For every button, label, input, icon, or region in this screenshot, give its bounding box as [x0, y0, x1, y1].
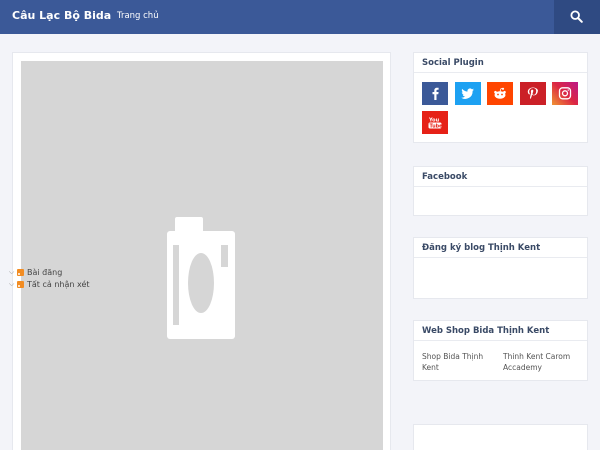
instagram-button[interactable] — [552, 82, 578, 105]
youtube-button[interactable]: You Tube — [422, 111, 448, 134]
subscribe-widget: Đăng ký blog Thịnh Kent — [413, 237, 588, 299]
subscribe-item-label: Tất cả nhận xét — [27, 280, 90, 289]
subscribe-comments-link[interactable]: ⌵ Tất cả nhận xét — [9, 279, 90, 290]
chevron-down-icon: ⌵ — [9, 268, 15, 276]
subscribe-item-label: Bài đăng — [27, 268, 63, 277]
top-navbar: Câu Lạc Bộ Bida Trang chủ — [0, 0, 600, 34]
pinterest-icon — [527, 87, 538, 100]
shop-link[interactable]: Thinh Kent Carom Accademy — [503, 351, 575, 373]
facebook-button[interactable] — [422, 82, 448, 105]
rss-icon — [17, 269, 24, 276]
facebook-widget: Facebook — [413, 166, 588, 216]
shop-link[interactable]: Shop Bida Thịnh Kent — [422, 351, 490, 373]
twitter-button[interactable] — [455, 82, 481, 105]
youtube-icon: You Tube — [428, 118, 443, 130]
widget-title: Social Plugin — [414, 53, 587, 73]
search-icon — [570, 10, 583, 23]
widget-title: Web Shop Bida Thịnh Kent — [414, 321, 587, 341]
instagram-icon — [558, 87, 572, 100]
widget-title: Facebook — [414, 167, 587, 187]
svg-text:Tube: Tube — [430, 123, 443, 129]
pinterest-button[interactable] — [520, 82, 546, 105]
sidebar-widget — [413, 424, 588, 450]
widget-title: Đăng ký blog Thịnh Kent — [414, 238, 587, 258]
nav-home-link[interactable]: Trang chủ — [117, 11, 159, 21]
post-image-placeholder — [21, 61, 383, 450]
facebook-icon — [432, 87, 439, 100]
rss-icon — [17, 281, 24, 288]
search-button[interactable] — [554, 0, 600, 34]
camera-icon — [167, 217, 235, 339]
subscribe-posts-link[interactable]: ⌵ Bài đăng — [9, 267, 62, 278]
chevron-down-icon: ⌵ — [9, 280, 15, 288]
reddit-icon — [494, 87, 506, 99]
site-title[interactable]: Câu Lạc Bộ Bida — [12, 9, 111, 22]
reddit-button[interactable] — [487, 82, 513, 105]
twitter-icon — [461, 88, 474, 99]
main-post-card — [12, 52, 391, 450]
